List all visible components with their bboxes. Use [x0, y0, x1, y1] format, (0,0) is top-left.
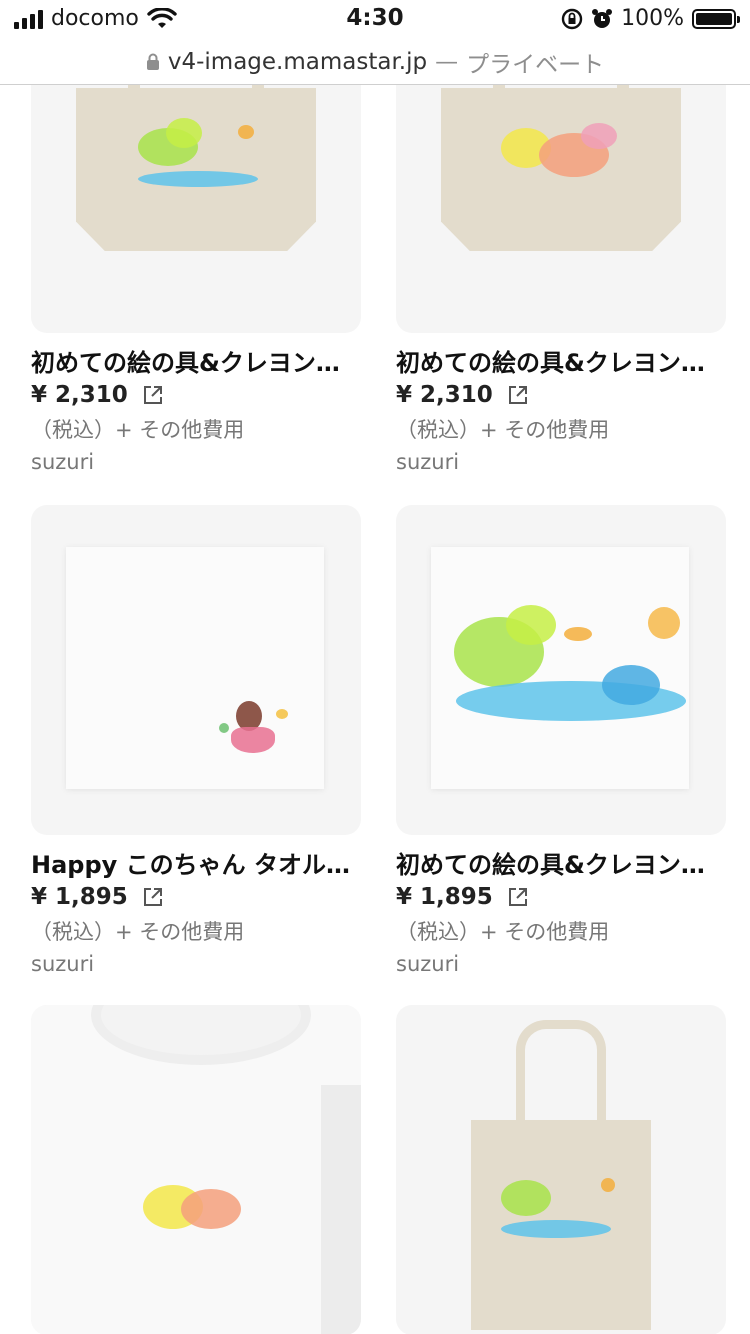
- product-image[interactable]: [31, 1005, 361, 1334]
- product-card[interactable]: Happy このちゃん タオル… ¥ 1,895 （税込）+ その他費用 suz…: [31, 505, 361, 976]
- status-bar: docomo 4:30 100%: [0, 0, 750, 40]
- seller-name: suzuri: [396, 450, 460, 474]
- tote-bag-image: [76, 85, 316, 253]
- url-bar[interactable]: v4-image.mamastar.jp — プライベート: [0, 40, 750, 85]
- battery-percent: 100%: [621, 6, 684, 31]
- product-price: ¥ 1,895: [31, 884, 128, 910]
- status-right: 100%: [561, 6, 740, 31]
- price-row: ¥ 1,895: [396, 884, 726, 910]
- product-price: ¥ 1,895: [396, 884, 493, 910]
- product-image[interactable]: [31, 85, 361, 333]
- url-domain: v4-image.mamastar.jp: [167, 49, 428, 75]
- tshirt-image: [31, 1005, 361, 1334]
- product-title[interactable]: 初めての絵の具&クレヨン…: [31, 343, 361, 378]
- carrier-name: docomo: [51, 6, 139, 31]
- product-image[interactable]: [31, 505, 361, 835]
- price-row: ¥ 2,310: [31, 382, 361, 408]
- product-price: ¥ 2,310: [31, 382, 128, 408]
- product-grid: 初めての絵の具&クレヨン… ¥ 2,310 （税込）+ その他費用 suzuri…: [0, 85, 750, 1334]
- wifi-icon: [147, 7, 177, 28]
- seller-name: suzuri: [31, 450, 95, 474]
- tax-note: （税込）+ その他費用: [31, 418, 245, 442]
- product-title[interactable]: Happy このちゃん タオル…: [31, 845, 361, 880]
- orientation-lock-icon: [561, 8, 583, 29]
- product-card[interactable]: [31, 1005, 361, 1334]
- tax-note: （税込）+ その他費用: [396, 920, 610, 944]
- product-price: ¥ 2,310: [396, 382, 493, 408]
- external-link-icon: [508, 386, 527, 404]
- product-card[interactable]: 初めての絵の具&クレヨン… ¥ 1,895 （税込）+ その他費用 suzuri: [396, 505, 726, 976]
- external-link-icon: [143, 888, 162, 906]
- external-link-icon: [508, 888, 527, 906]
- lock-icon: [146, 53, 159, 70]
- product-card[interactable]: 初めての絵の具&クレヨン… ¥ 2,310 （税込）+ その他費用 suzuri: [396, 85, 726, 474]
- product-image[interactable]: [396, 505, 726, 835]
- tote-bag-image: [441, 85, 681, 253]
- signal-icon: [14, 9, 43, 29]
- battery-icon: [692, 8, 740, 29]
- seller-name: suzuri: [396, 952, 460, 976]
- url-separator: —: [435, 49, 459, 75]
- price-row: ¥ 2,310: [396, 382, 726, 408]
- external-link-icon: [143, 386, 162, 404]
- product-image[interactable]: [396, 85, 726, 333]
- towel-image: [66, 547, 324, 789]
- private-mode-label: プライベート: [466, 52, 605, 78]
- tax-note: （税込）+ その他費用: [396, 418, 610, 442]
- status-left: docomo: [14, 6, 177, 31]
- price-row: ¥ 1,895: [31, 884, 361, 910]
- product-image[interactable]: [396, 1005, 726, 1334]
- seller-name: suzuri: [31, 952, 95, 976]
- tote-bag-image: [471, 1020, 651, 1330]
- alarm-icon: [592, 8, 613, 28]
- product-card[interactable]: 初めての絵の具&クレヨン… ¥ 2,310 （税込）+ その他費用 suzuri: [31, 85, 361, 474]
- product-title[interactable]: 初めての絵の具&クレヨン…: [396, 343, 726, 378]
- product-title[interactable]: 初めての絵の具&クレヨン…: [396, 845, 726, 880]
- product-card[interactable]: [396, 1005, 726, 1334]
- tax-note: （税込）+ その他費用: [31, 920, 245, 944]
